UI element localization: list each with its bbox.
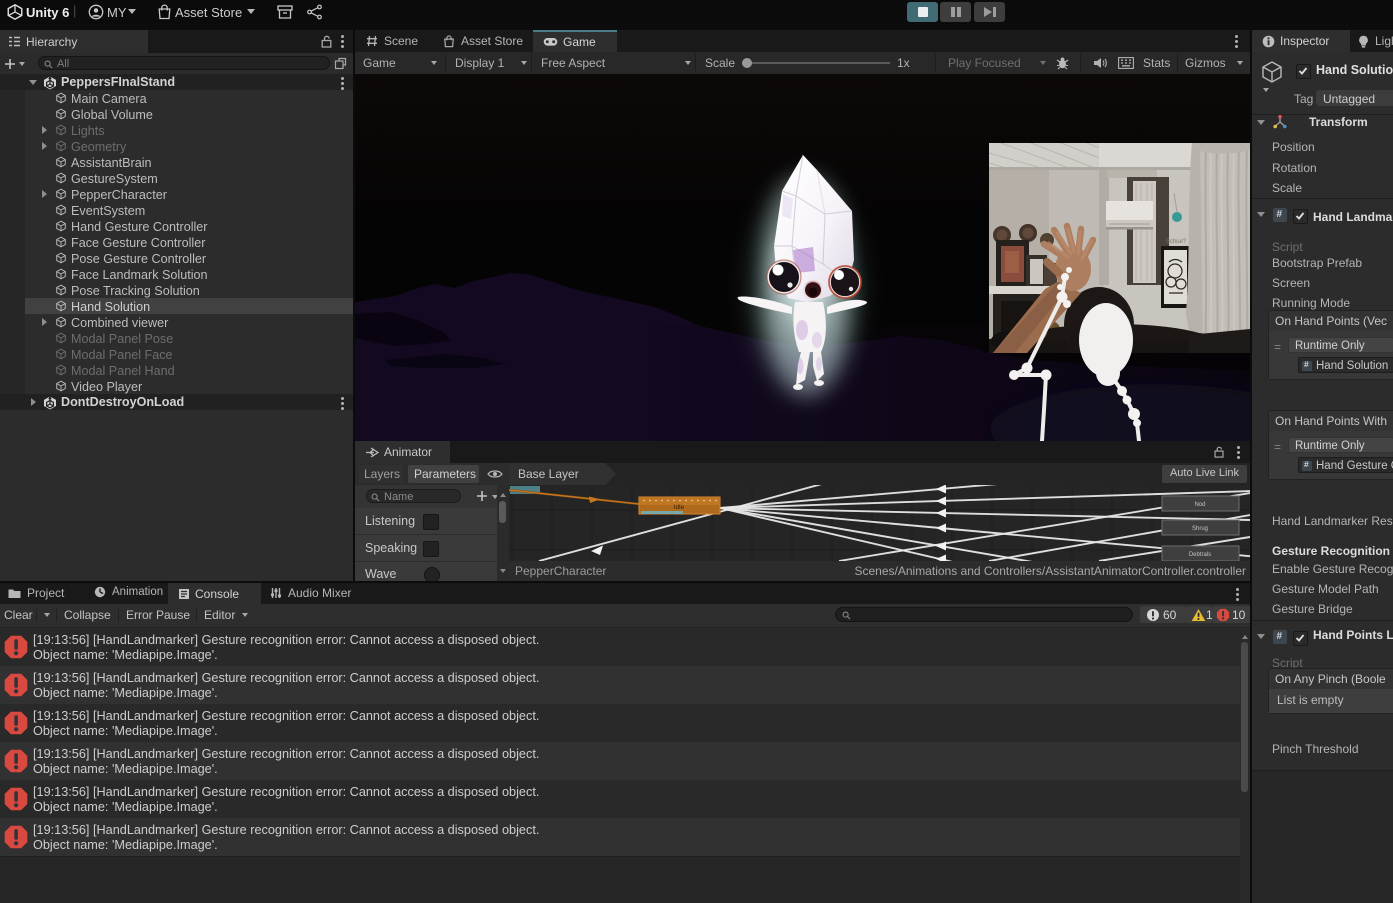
svg-text:Shrug: Shrug [1192, 526, 1208, 532]
svg-text:Idle: Idle [674, 504, 685, 511]
svg-text:Debtrals: Debtrals [1189, 552, 1211, 558]
svg-text:Nod: Nod [1194, 502, 1205, 508]
